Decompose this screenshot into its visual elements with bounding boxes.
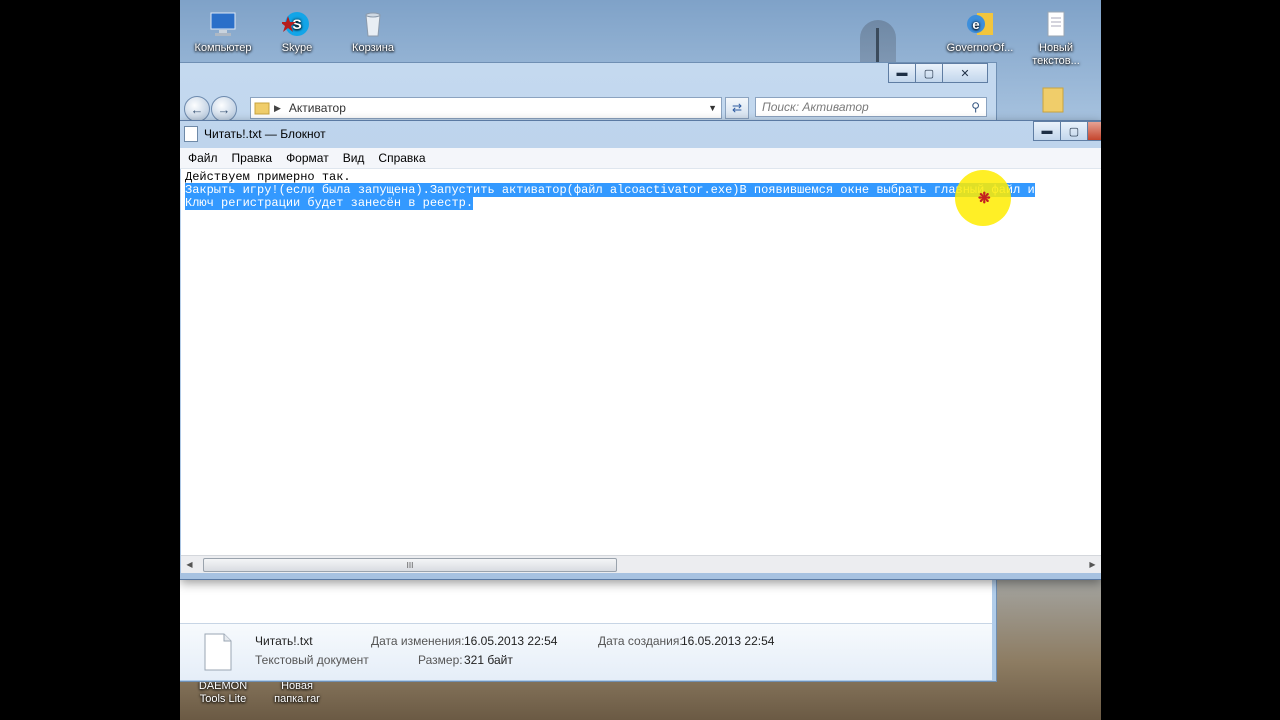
- desktop: Компьютер S Skype Корзина e GovernorOf..…: [180, 0, 1101, 720]
- desktop-icon-folder[interactable]: [1042, 82, 1064, 114]
- notepad-titlebar[interactable]: Читать!.txt — Блокнот ▬ ▢: [180, 121, 1101, 147]
- desktop-icon-label: GovernorOf...: [946, 42, 1014, 54]
- desktop-icon-label: DAEMON Tools Lite: [198, 680, 248, 705]
- scroll-left-icon[interactable]: ◀: [181, 556, 198, 573]
- desktop-icon-rar-archive[interactable]: Новая папка.rar: [259, 680, 335, 706]
- menu-format[interactable]: Формат: [278, 151, 335, 165]
- breadcrumb-arrow-icon: ▶: [274, 102, 281, 113]
- text-document-icon: [204, 633, 232, 671]
- desktop-icon-new-text[interactable]: Новый текстов...: [1018, 4, 1094, 68]
- desktop-icon-label: Skype: [281, 42, 313, 54]
- mouse-cursor-icon: ❋: [978, 190, 991, 207]
- notepad-maximize-button[interactable]: ▢: [1060, 121, 1088, 141]
- explorer-minimize-button[interactable]: ▬: [888, 63, 916, 83]
- menu-edit[interactable]: Правка: [224, 151, 279, 165]
- desktop-icon-label: Новая папка.rar: [274, 680, 320, 705]
- svg-text:e: e: [972, 17, 979, 32]
- desktop-icon-label: Компьютер: [194, 42, 252, 54]
- details-file-type: Текстовый документ: [255, 653, 369, 667]
- details-size-label: Размер:: [418, 653, 463, 667]
- details-pane: Читать!.txt Текстовый документ Дата изме…: [180, 623, 992, 680]
- explorer-close-button[interactable]: ✕: [942, 63, 988, 83]
- refresh-button[interactable]: ⇄: [725, 97, 749, 119]
- notepad-window-controls: ▬ ▢: [1033, 121, 1101, 141]
- desktop-icon-label: Корзина: [352, 42, 394, 54]
- details-created-value: 16.05.2013 22:54: [681, 634, 775, 648]
- desktop-icon-skype[interactable]: S Skype: [259, 4, 335, 55]
- address-dropdown-icon[interactable]: ▼: [708, 103, 717, 113]
- horizontal-scrollbar[interactable]: ◀ III ▶: [181, 555, 1101, 573]
- explorer-maximize-button[interactable]: ▢: [915, 63, 943, 83]
- details-created-label: Дата создания:: [598, 634, 683, 648]
- text-line-content: Действуем примерно так.: [185, 170, 351, 184]
- search-input[interactable]: Поиск: Активатор ⚲: [755, 97, 987, 117]
- forward-button[interactable]: →: [211, 96, 237, 122]
- skype-icon: S: [282, 12, 309, 36]
- notepad-title: Читать!.txt — Блокнот: [204, 127, 326, 141]
- scroll-right-icon[interactable]: ▶: [1084, 556, 1101, 573]
- search-icon: ⚲: [971, 100, 980, 114]
- details-modified-label: Дата изменения:: [371, 634, 465, 648]
- folder-icon: [1042, 87, 1064, 113]
- desktop-icon-label: Новый текстов...: [1032, 42, 1080, 67]
- notepad-minimize-button[interactable]: ▬: [1033, 121, 1061, 141]
- recycle-bin-icon: [365, 12, 381, 37]
- text-file-icon: [1047, 11, 1065, 37]
- address-bar[interactable]: ▶ Активатор ▼: [250, 97, 722, 119]
- desktop-icon-daemon-tools[interactable]: DAEMON Tools Lite: [185, 680, 261, 706]
- menu-file[interactable]: Файл: [180, 151, 224, 165]
- back-button[interactable]: ←: [184, 96, 210, 122]
- file-list-area[interactable]: [180, 579, 992, 623]
- folder-icon: [254, 102, 270, 115]
- computer-icon: [210, 12, 236, 36]
- text-line-content-selected: Закрыть игру!(если была запущена).Запуст…: [185, 183, 1035, 197]
- address-text: Активатор: [288, 101, 346, 115]
- svg-text:S: S: [292, 16, 301, 32]
- notepad-close-button[interactable]: [1087, 121, 1101, 141]
- desktop-icon-recycle-bin[interactable]: Корзина: [335, 4, 411, 55]
- notepad-text-area[interactable]: Действуем примерно так. Закрыть игру!(ес…: [181, 169, 1101, 555]
- details-modified-value: 16.05.2013 22:54: [464, 634, 558, 648]
- text-line-content-selected: Ключ регистрации будет занесён в реестр.: [185, 196, 474, 210]
- scroll-thumb[interactable]: III: [203, 558, 617, 572]
- explorer-window-controls: ▬ ▢ ✕: [888, 63, 988, 83]
- menu-help[interactable]: Справка: [370, 151, 431, 165]
- notepad-menubar: Файл Правка Формат Вид Справка: [180, 148, 1101, 169]
- details-file-name: Читать!.txt: [255, 634, 313, 648]
- notepad-icon: [184, 126, 198, 142]
- details-size-value: 321 байт: [464, 653, 513, 667]
- menu-view[interactable]: Вид: [335, 151, 371, 165]
- desktop-icon-computer[interactable]: Компьютер: [185, 4, 261, 55]
- ie-shortcut-icon: e: [967, 13, 993, 35]
- explorer-navbar: ← → ▶ Активатор ▼ ⇄ Поиск: Активатор ⚲: [180, 93, 996, 123]
- desktop-icon-governor[interactable]: e GovernorOf...: [942, 4, 1018, 55]
- refresh-icon: ⇄: [731, 101, 743, 115]
- search-placeholder: Поиск: Активатор: [762, 100, 869, 114]
